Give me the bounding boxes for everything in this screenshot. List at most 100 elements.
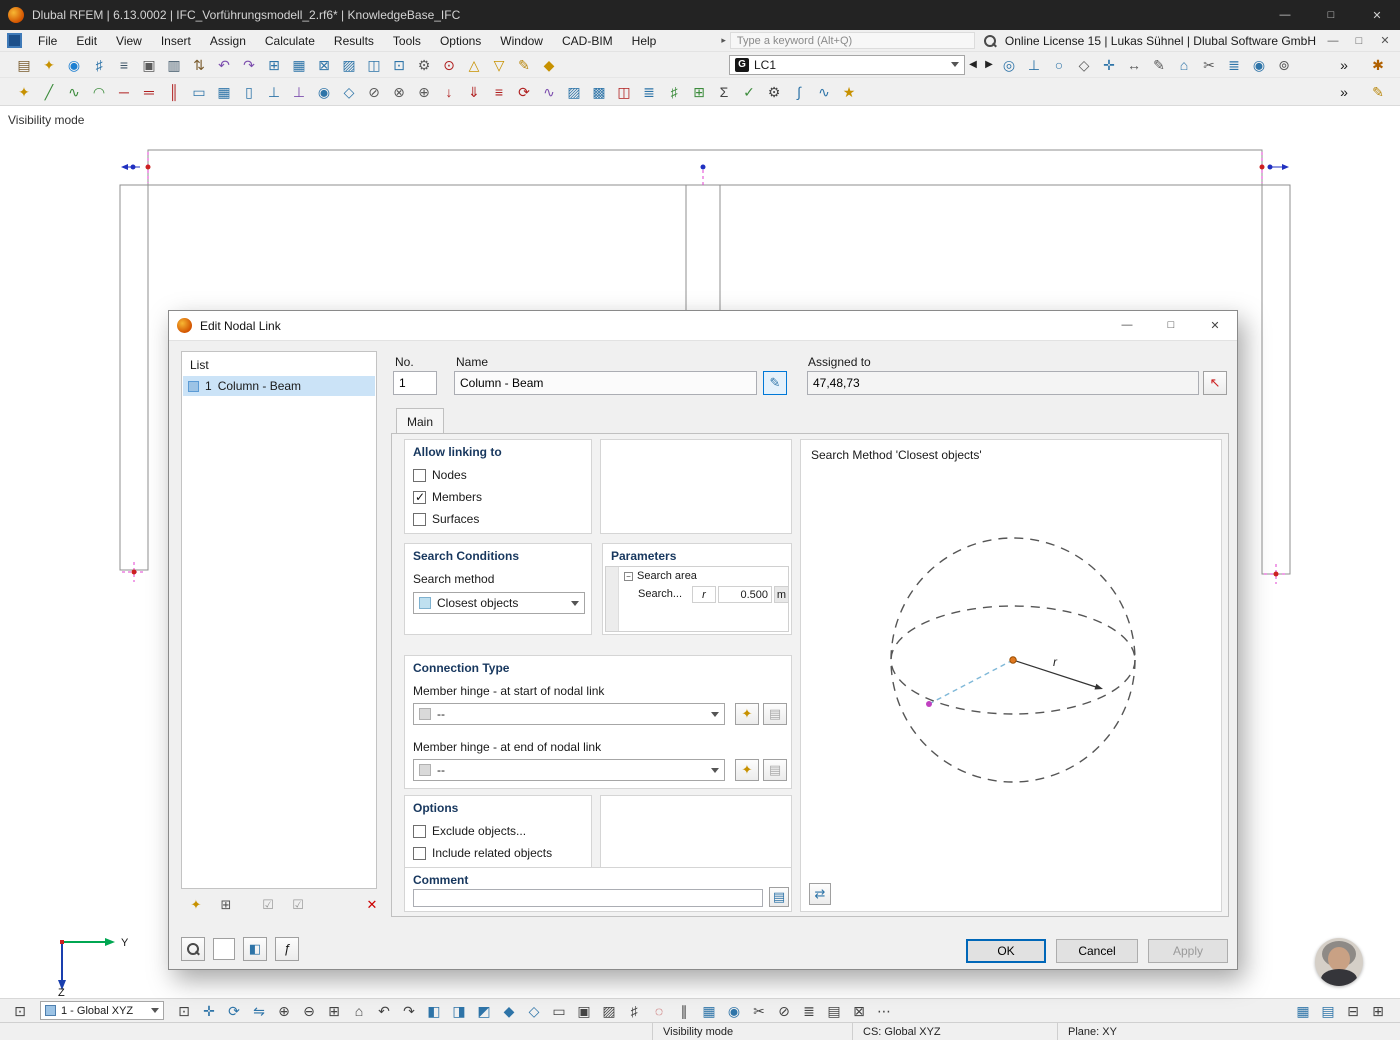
user-avatar[interactable]	[1315, 938, 1363, 986]
pane-minimize-icon[interactable]: —	[1324, 35, 1342, 47]
grid-view-icon[interactable]: ▦	[287, 54, 311, 76]
rotate-icon[interactable]: ⟳	[222, 1000, 246, 1022]
new-beam-icon[interactable]: ═	[137, 81, 161, 103]
view-z-icon[interactable]: ◩	[472, 1000, 496, 1022]
snap-icon[interactable]: ◌	[647, 1000, 671, 1022]
paste-icon[interactable]: ▤	[12, 54, 36, 76]
menu-edit[interactable]: Edit	[67, 30, 106, 52]
menu-assign[interactable]: Assign	[201, 30, 255, 52]
rename-button[interactable]: ✎	[763, 371, 787, 395]
menu-calculate[interactable]: Calculate	[256, 30, 324, 52]
menu-insert[interactable]: Insert	[152, 30, 200, 52]
selection-icon[interactable]: ⊚	[1272, 54, 1296, 76]
tab-main[interactable]: Main	[396, 408, 444, 434]
nodal-support-icon[interactable]: ⊥	[262, 81, 286, 103]
checkbox-box[interactable]	[413, 468, 426, 482]
material-icon[interactable]: ▩	[587, 81, 611, 103]
split-view-icon[interactable]: ⊟	[1341, 1000, 1365, 1022]
new-solid-icon[interactable]: ▦	[212, 81, 236, 103]
support-icon[interactable]: ⊥	[1022, 54, 1046, 76]
divide-icon[interactable]: ⊘	[362, 81, 386, 103]
new-item-button[interactable]: ✦	[185, 895, 207, 915]
zoom-out-icon[interactable]: ⊖	[297, 1000, 321, 1022]
hinge-start-dropdown[interactable]: --	[413, 703, 725, 725]
dialog-minimize-icon[interactable]: —	[1105, 311, 1149, 340]
menu-options[interactable]: Options	[431, 30, 490, 52]
collapse-expander-icon[interactable]	[624, 571, 633, 581]
checkbox-box[interactable]	[413, 490, 426, 504]
new-arc-icon[interactable]: ◠	[87, 81, 111, 103]
edit-load-icon[interactable]: ✎	[512, 54, 536, 76]
checkbox-box[interactable]	[413, 512, 426, 526]
section-plane-icon[interactable]: ⊘	[772, 1000, 796, 1022]
delete-item-button[interactable]: ✕	[361, 895, 383, 915]
area-load-icon[interactable]: ≡	[487, 81, 511, 103]
snap-target-icon[interactable]: ⊙	[437, 54, 461, 76]
previous-view-icon[interactable]: ↶	[372, 1000, 396, 1022]
new-hinge-start-button[interactable]: ✦	[735, 703, 759, 725]
edit-mode-pencil-icon[interactable]: ✎	[1366, 81, 1390, 103]
apply-button[interactable]: Apply	[1148, 939, 1228, 963]
zoom-in-icon[interactable]: ⊕	[272, 1000, 296, 1022]
menu-file[interactable]: File	[29, 30, 66, 52]
workplane-icon[interactable]: ▦	[697, 1000, 721, 1022]
release-icon[interactable]: ◇	[1072, 54, 1096, 76]
new-line-icon[interactable]: ╱	[37, 81, 61, 103]
load-case-selector[interactable]: G LC1	[729, 54, 965, 75]
hinge-end-dropdown[interactable]: --	[413, 759, 725, 781]
move-icon[interactable]: ✛	[197, 1000, 221, 1022]
overflow-icon[interactable]: »	[1332, 54, 1356, 76]
isometric-view-icon[interactable]: ◆	[497, 1000, 521, 1022]
clipping-icon[interactable]: ✂	[747, 1000, 771, 1022]
thickness-icon[interactable]: ≣	[637, 81, 661, 103]
pane-close-icon[interactable]: ✕	[1376, 34, 1394, 47]
assigned-to-field[interactable]	[807, 371, 1199, 395]
combinations-icon[interactable]: Σ	[712, 81, 736, 103]
background-color-button[interactable]	[213, 938, 235, 960]
checkbox-surfaces[interactable]: Surfaces	[413, 512, 479, 526]
search-input[interactable]	[729, 32, 975, 49]
panel-layout-icon[interactable]: ▦	[1291, 1000, 1315, 1022]
moment-load-icon[interactable]: ⟳	[512, 81, 536, 103]
nodal-link-icon[interactable]: ◎	[997, 54, 1021, 76]
redo-icon[interactable]: ↷	[237, 54, 261, 76]
nodal-load-icon[interactable]: ↓	[437, 81, 461, 103]
chevron-down-icon[interactable]	[951, 62, 959, 67]
dialog-close-icon[interactable]: ✕	[1193, 311, 1237, 340]
select-all-button[interactable]: ☑	[257, 895, 279, 915]
navigator-icon[interactable]: ♯	[87, 54, 111, 76]
numbering-icon[interactable]: ≣	[797, 1000, 821, 1022]
copy-item-button[interactable]: ⊞	[215, 895, 237, 915]
edit-hinge-start-button[interactable]: ▤	[763, 703, 787, 725]
perspective-view-icon[interactable]: ◇	[522, 1000, 546, 1022]
check-icon[interactable]: ✓	[737, 81, 761, 103]
shadow-icon[interactable]: ▨	[597, 1000, 621, 1022]
workplane-selector-icon[interactable]: ⊡	[8, 1000, 32, 1022]
menu-window[interactable]: Window	[491, 30, 552, 52]
section-view-icon[interactable]: ⊠	[312, 54, 336, 76]
select-mode-icon[interactable]: ⊡	[172, 1000, 196, 1022]
previous-load-case-icon[interactable]: ◀	[965, 59, 981, 70]
eccentricity-icon[interactable]: ◇	[337, 81, 361, 103]
render-view-icon[interactable]: ▨	[337, 54, 361, 76]
nodal-link-list[interactable]: List 1 Column - Beam	[181, 351, 377, 889]
member-load-icon[interactable]: ⇓	[462, 81, 486, 103]
tree-node-search-area[interactable]: Search area	[624, 570, 697, 582]
new-rib-icon[interactable]: ║	[162, 81, 186, 103]
pick-objects-button[interactable]: ↖	[1203, 371, 1227, 395]
coordinate-system-selector[interactable]: 1 - Global XYZ	[40, 1001, 164, 1020]
print-icon[interactable]: ≡	[112, 54, 136, 76]
wireframe-icon[interactable]: ▭	[547, 1000, 571, 1022]
results-icon[interactable]: ∫	[787, 81, 811, 103]
menu-cad-bim[interactable]: CAD-BIM	[553, 30, 622, 52]
member-hinge-icon[interactable]: ◉	[312, 81, 336, 103]
dialog-title-bar[interactable]: Edit Nodal Link — □ ✕	[169, 311, 1237, 341]
menu-tools[interactable]: Tools	[384, 30, 430, 52]
checkbox-exclude-objects[interactable]: Exclude objects...	[413, 824, 526, 838]
menu-view[interactable]: View	[107, 30, 151, 52]
more-tools-icon[interactable]: ⋯	[872, 1000, 896, 1022]
next-view-icon[interactable]: ↷	[397, 1000, 421, 1022]
display-settings-button[interactable]: ◧	[243, 937, 267, 961]
expand-view-icon[interactable]: ⊞	[1366, 1000, 1390, 1022]
search-icon[interactable]	[983, 34, 997, 48]
